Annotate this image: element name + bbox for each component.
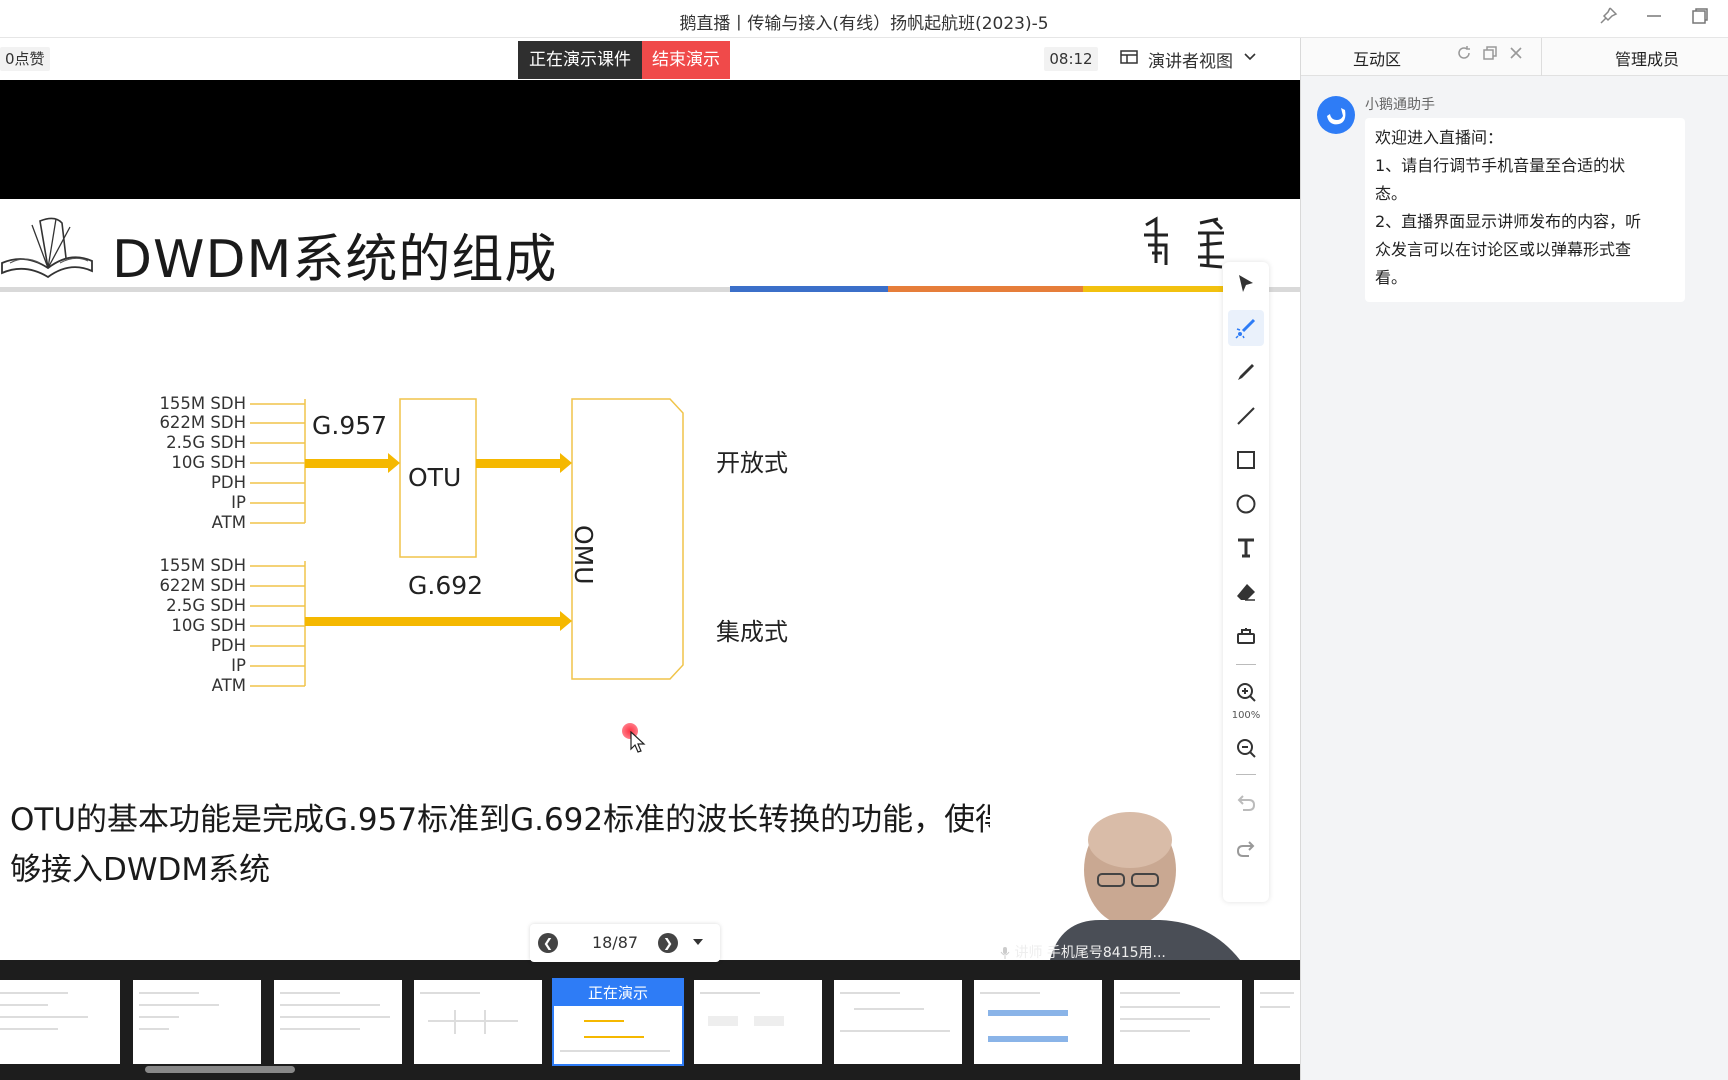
pointer-tool-icon[interactable] (1228, 266, 1264, 302)
line-tool-icon[interactable] (1228, 398, 1264, 434)
message-line: 欢迎进入直播间： (1375, 128, 1504, 147)
microphone-icon (1000, 945, 1014, 961)
redo-icon[interactable] (1228, 830, 1264, 866)
elapsed-timer: 08:12 (1044, 47, 1098, 71)
avatar (1317, 96, 1355, 134)
body-line-2: 够接入DWDM系统 (10, 852, 271, 888)
circle-tool-icon[interactable] (1228, 486, 1264, 522)
window-titlebar: 鹅直播丨传输与接入(有线）扬帆起航班(2023)-5 (0, 0, 1728, 38)
omu-label: OMU (569, 525, 598, 585)
interaction-panel: 互动区 管理成员 小鹅通助手 欢迎进入直播间： 1、请自行调节手机音量至合适的状… (1300, 38, 1728, 1080)
message-bubble: 欢迎进入直播间： 1、请自行调节手机音量至合适的状 态。 2、直播界面显示讲师发… (1365, 118, 1685, 302)
slide-pager: ❮ 18/87 ❯ (530, 924, 720, 962)
thumbnail-scrollbar[interactable] (145, 1066, 295, 1073)
slide-thumbnail[interactable] (1114, 980, 1242, 1064)
slide-thumbnail[interactable] (694, 980, 822, 1064)
popout-icon[interactable] (1479, 45, 1501, 67)
integrated-type-label: 集成式 (716, 618, 788, 646)
mouse-cursor-icon (630, 730, 648, 759)
slide-thumbnail[interactable] (1254, 980, 1300, 1064)
slide-thumbnail[interactable] (0, 980, 120, 1064)
annotation-toolbar: 100% (1223, 262, 1269, 902)
slide-letterbox (0, 80, 1300, 199)
page-indicator: 18/87 (591, 933, 639, 952)
tab-interaction[interactable]: 互动区 (1353, 46, 1401, 70)
message-line: 1、请自行调节手机音量至合适的状 (1375, 156, 1626, 175)
webcam-caption-text: 讲师 手机尾号8415用... (1014, 945, 1166, 961)
g692-label: G.692 (408, 571, 484, 600)
slide-thumbnail[interactable] (274, 980, 402, 1064)
previous-slide-icon[interactable]: ❮ (538, 933, 558, 953)
slide-thumbnail[interactable] (834, 980, 962, 1064)
next-slide-icon[interactable]: ❯ (658, 933, 678, 953)
otu-label: OTU (408, 463, 462, 492)
message-line: 2、直播界面显示讲师发布的内容，听 (1375, 212, 1642, 231)
presenter-view-icon (1120, 49, 1138, 70)
zoom-level: 100% (1231, 710, 1261, 721)
end-presentation-button[interactable]: 结束演示 (642, 41, 730, 79)
rectangle-tool-icon[interactable] (1228, 442, 1264, 478)
message-line: 众发言可以在讨论区或以弹幕形式查 (1375, 240, 1632, 259)
signal-label: IP (231, 656, 246, 675)
text-tool-icon[interactable] (1228, 530, 1264, 566)
toolbar-separator (1236, 664, 1256, 665)
signal-label: PDH (210, 636, 246, 655)
minimize-icon[interactable] (1640, 6, 1668, 32)
g957-label: G.957 (312, 411, 388, 440)
window-title: 鹅直播丨传输与接入(有线）扬帆起航班(2023)-5 (679, 14, 1049, 34)
signal-label: PDH (210, 473, 246, 492)
signal-label: 2.5G SDH (166, 596, 246, 615)
close-icon[interactable] (1505, 45, 1527, 67)
signal-label: ATM (211, 513, 246, 532)
likes-counter: 0点赞 (0, 47, 50, 71)
open-type-label: 开放式 (716, 449, 788, 477)
refresh-icon[interactable] (1453, 45, 1475, 67)
page-dropdown-icon[interactable] (690, 934, 706, 954)
slide-thumbnail[interactable] (133, 980, 261, 1064)
tab-manage-members[interactable]: 管理成员 (1615, 46, 1679, 70)
slide-body-text: OTU的基本功能是完成G.957标准到G.692标准的波长转换的功能，使得 够接… (10, 795, 990, 895)
clear-board-icon[interactable] (1228, 618, 1264, 654)
signal-label: 10G SDH (171, 616, 246, 635)
current-slide-label: 正在演示 (554, 980, 682, 1006)
message-line: 看。 (1375, 268, 1408, 287)
body-line-1: OTU的基本功能是完成G.957标准到G.692标准的波长转换的功能，使得 (10, 802, 990, 838)
zoom-in-icon[interactable] (1228, 674, 1264, 710)
webcam-caption: 讲师 手机尾号8415用... (1000, 942, 1300, 962)
chevron-down-icon (1243, 49, 1257, 69)
message-line: 态。 (1375, 184, 1408, 203)
pin-icon[interactable] (1594, 6, 1622, 32)
presenting-status: 正在演示课件 (518, 41, 642, 79)
presentation-controls: 0点赞 正在演示课件 结束演示 08:12 演讲者视图 (0, 38, 1300, 80)
restore-icon[interactable] (1686, 6, 1714, 32)
tab-divider (1541, 38, 1542, 76)
signal-label: 155M SDH (159, 394, 246, 413)
signal-label: 2.5G SDH (166, 433, 246, 452)
toolbar-separator (1236, 774, 1256, 775)
zoom-out-icon[interactable] (1228, 730, 1264, 766)
slide-thumbnail[interactable] (414, 980, 542, 1064)
slide-thumbnail[interactable] (974, 980, 1102, 1064)
slide-thumbnail-strip: 正在演示 (0, 960, 1300, 1080)
accent-bar-yellow (1083, 286, 1228, 292)
slide-thumbnail-current[interactable]: 正在演示 (552, 978, 684, 1066)
view-mode-select[interactable]: 演讲者视图 (1120, 46, 1257, 72)
message-sender: 小鹅通助手 (1365, 97, 1435, 113)
signal-label: 622M SDH (159, 413, 246, 432)
eraser-icon[interactable] (1228, 574, 1264, 610)
signal-label: ATM (211, 676, 246, 695)
signal-label: 622M SDH (159, 576, 246, 595)
signal-label: IP (231, 493, 246, 512)
signal-label: 155M SDH (159, 556, 246, 575)
view-mode-label: 演讲者视图 (1148, 51, 1233, 72)
laser-pen-icon[interactable] (1228, 310, 1264, 346)
signal-label: 10G SDH (171, 453, 246, 472)
panel-tabs: 互动区 管理成员 (1301, 38, 1728, 76)
undo-icon[interactable] (1228, 784, 1264, 820)
pen-tool-icon[interactable] (1228, 354, 1264, 390)
